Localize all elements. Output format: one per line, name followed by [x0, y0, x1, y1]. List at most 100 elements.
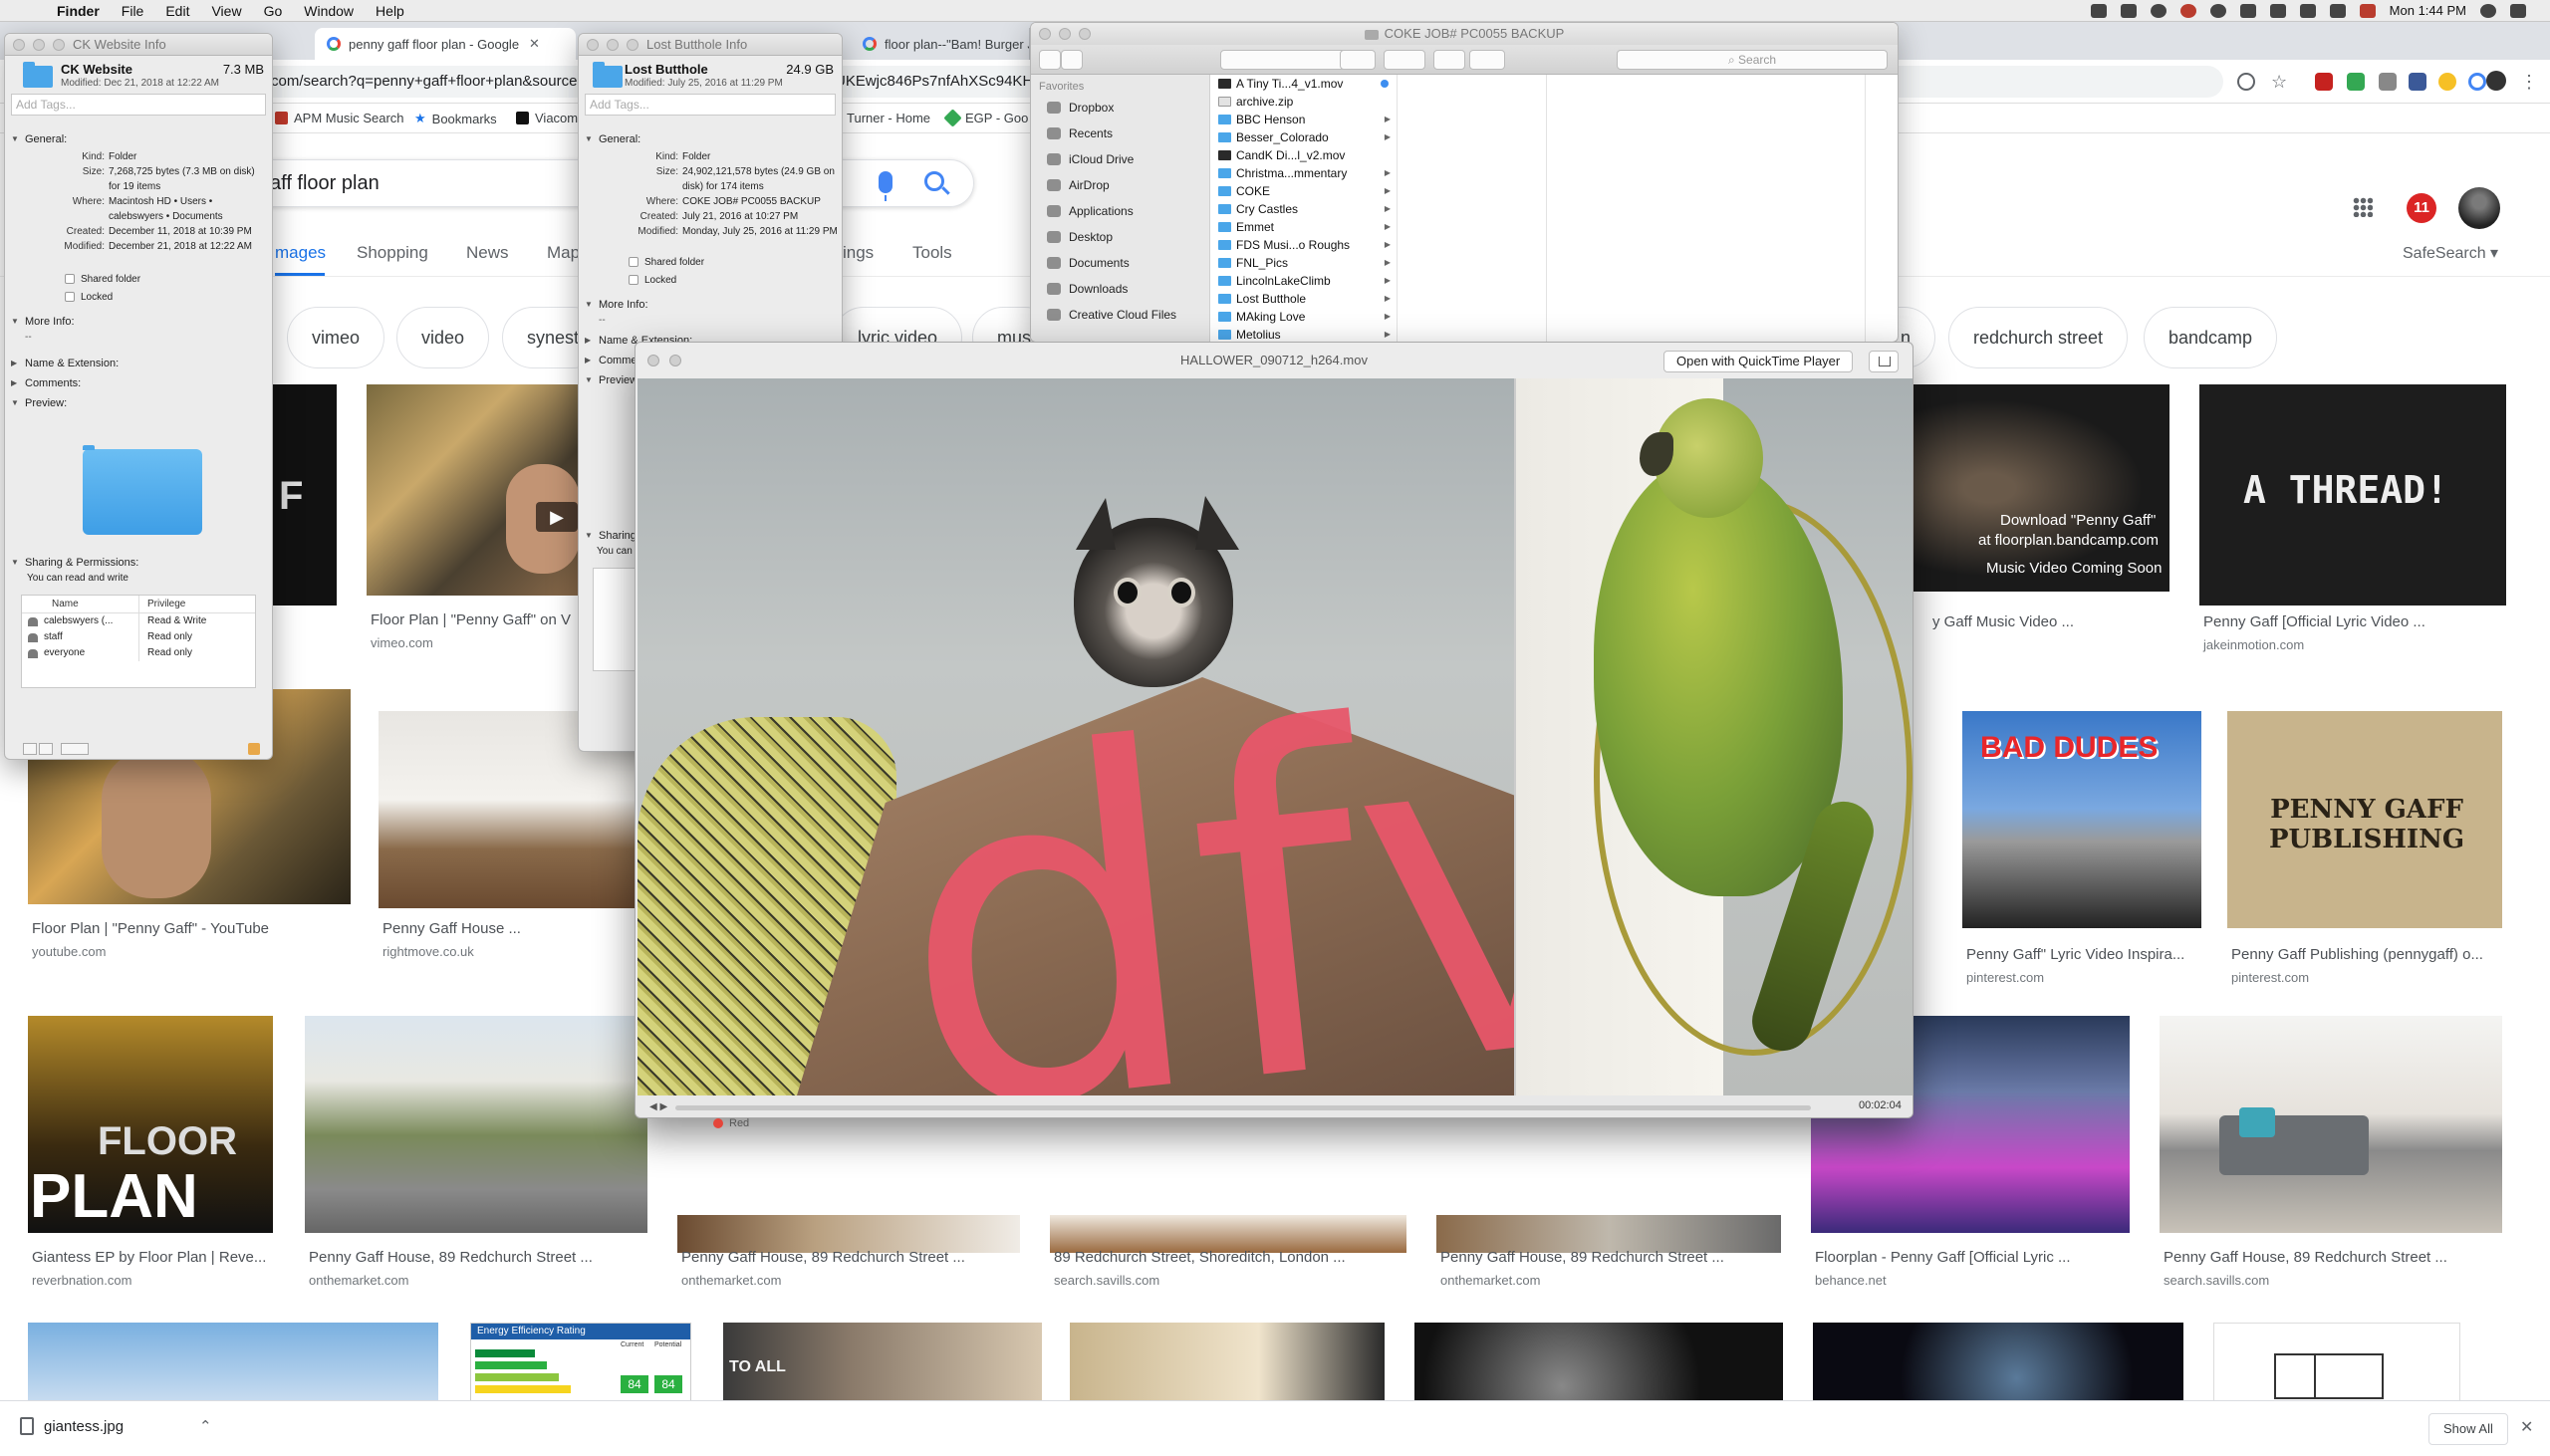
safesearch-toggle[interactable]: SafeSearch ▾	[2403, 243, 2498, 263]
action-gear-button[interactable]	[1384, 50, 1425, 70]
chip-bandcamp[interactable]: bandcamp	[2144, 307, 2278, 368]
tab-images[interactable]: mages	[275, 243, 326, 263]
menu-help[interactable]: Help	[365, 3, 415, 19]
extension-green-icon[interactable]	[2347, 73, 2365, 91]
tab-close-icon[interactable]: ✕	[529, 36, 540, 52]
creative-cloud-tray-icon[interactable]	[2120, 3, 2137, 18]
menu-edit[interactable]: Edit	[154, 3, 200, 19]
list-item[interactable]: Lost Butthole ▶	[1212, 290, 1397, 308]
sync-tray-icon[interactable]	[2150, 3, 2167, 18]
extension-blue-icon[interactable]	[2409, 73, 2426, 91]
share-button[interactable]	[1433, 50, 1465, 70]
section-general[interactable]: General:	[5, 129, 272, 149]
tab-bam-burger[interactable]: floor plan--"Bam! Burger Jam"	[851, 28, 1030, 60]
add-user-icon[interactable]	[23, 743, 37, 755]
list-item[interactable]: FDS Musi...o Roughs ▶	[1212, 236, 1397, 254]
tags-field[interactable]: Add Tags...	[585, 94, 836, 116]
profile-avatar-icon[interactable]	[2486, 71, 2506, 91]
perm-privilege[interactable]: Read & Write	[139, 613, 206, 629]
recording-tray-icon[interactable]	[2179, 3, 2196, 18]
wifi-icon[interactable]	[2269, 3, 2286, 18]
bookmark-star-icon[interactable]: ☆	[2271, 73, 2289, 91]
section-general[interactable]: General:	[579, 129, 842, 149]
table-row[interactable]: everyone Read only	[22, 645, 255, 661]
input-flag-icon[interactable]	[2359, 3, 2376, 18]
list-item[interactable]: Besser_Colorado ▶	[1212, 128, 1397, 146]
list-item[interactable]: COKE ▶	[1212, 182, 1397, 200]
perm-privilege[interactable]: Read only	[139, 645, 192, 661]
close-window-button[interactable]	[1039, 28, 1051, 40]
share-icon[interactable]	[1869, 351, 1899, 372]
list-item[interactable]: archive.zip	[1212, 93, 1397, 111]
menu-file[interactable]: File	[111, 3, 155, 19]
google-extension-icon[interactable]	[2468, 73, 2486, 91]
sidebar-item-desktop[interactable]: Desktop	[1031, 224, 1209, 250]
forward-button[interactable]	[1061, 50, 1083, 70]
list-item[interactable]: FNL_Pics ▶	[1212, 254, 1397, 272]
sidebar-item-documents[interactable]: Documents	[1031, 250, 1209, 276]
chevron-up-icon[interactable]: ⌃	[199, 1417, 212, 1435]
sidebar-item-dropbox[interactable]: Dropbox	[1031, 95, 1209, 121]
extension-grey-icon[interactable]	[2379, 73, 2397, 91]
back-button[interactable]	[1039, 50, 1061, 70]
close-icon[interactable]: ✕	[2520, 1417, 2533, 1437]
list-item[interactable]: BBC Henson ▶	[1212, 111, 1397, 128]
notification-center-icon[interactable]	[2510, 3, 2526, 18]
bookmark-viacom[interactable]: Viacom	[516, 111, 578, 125]
open-with-quicktime-button[interactable]: Open with QuickTime Player	[1663, 351, 1854, 372]
account-avatar[interactable]	[2458, 187, 2500, 229]
video-frame[interactable]: dfv	[638, 378, 1912, 1095]
apps-grid-icon[interactable]	[2353, 197, 2373, 217]
tab-google-search[interactable]: penny gaff floor plan - Google ✕	[315, 28, 576, 60]
airplay-icon[interactable]	[2299, 3, 2316, 18]
play-pause-icon[interactable]: ◀ ▶	[649, 1101, 667, 1112]
zoom-window-button[interactable]	[1079, 28, 1091, 40]
close-window-button[interactable]	[13, 39, 25, 51]
shared-folder-checkbox[interactable]: Shared folder	[5, 270, 272, 288]
sidebar-item-airdrop[interactable]: AirDrop	[1031, 172, 1209, 198]
list-item[interactable]: Christma...mmentary ▶	[1212, 164, 1397, 182]
tab-maps[interactable]: Map	[547, 243, 580, 263]
minimize-window-button[interactable]	[33, 39, 45, 51]
perm-privilege[interactable]: Read only	[139, 629, 192, 645]
menubar-clock[interactable]: Mon 1:44 PM	[2390, 3, 2466, 18]
section-name-extension[interactable]: Name & Extension:	[5, 354, 272, 373]
close-window-button[interactable]	[647, 355, 659, 366]
microphone-icon[interactable]	[879, 171, 892, 201]
sidebar-item-downloads[interactable]: Downloads	[1031, 276, 1209, 302]
list-item[interactable]: Metolius ▶	[1212, 326, 1397, 342]
tab-settings[interactable]: ings	[843, 243, 874, 263]
section-sharing-permissions[interactable]: Sharing & Permissions:	[5, 553, 272, 573]
shared-folder-checkbox[interactable]: Shared folder	[579, 253, 842, 271]
menu-view[interactable]: View	[200, 3, 252, 19]
zoom-icon[interactable]	[2237, 73, 2255, 91]
bookmark-bookmarks[interactable]: ★ Bookmarks	[414, 111, 497, 126]
volume-icon[interactable]	[2329, 3, 2346, 18]
finder-search-field[interactable]: ⌕ Search	[1617, 50, 1888, 70]
bookmark-egp[interactable]: EGP - Goo	[943, 109, 1028, 127]
search-icon[interactable]	[924, 171, 944, 191]
locked-checkbox[interactable]: Locked	[579, 271, 842, 289]
sidebar-item-recents[interactable]: Recents	[1031, 121, 1209, 146]
sidebar-item-creative-cloud-files[interactable]: Creative Cloud Files	[1031, 302, 1209, 328]
zoom-window-button[interactable]	[53, 39, 65, 51]
menu-go[interactable]: Go	[253, 3, 294, 19]
list-item[interactable]: Cry Castles ▶	[1212, 200, 1397, 218]
gear-icon[interactable]	[61, 743, 89, 755]
bookmark-apm[interactable]: APM Music Search	[275, 111, 404, 125]
sidebar-item-applications[interactable]: Applications	[1031, 198, 1209, 224]
chip-video[interactable]: video	[396, 307, 490, 368]
bookmark-turner[interactable]: Turner - Home	[847, 111, 930, 125]
section-more-info[interactable]: More Info:	[579, 295, 842, 315]
dropbox-tray-icon[interactable]	[2090, 3, 2107, 18]
list-item[interactable]: A Tiny Ti...4_v1.mov	[1212, 75, 1397, 93]
menu-window[interactable]: Window	[293, 3, 365, 19]
show-all-button[interactable]: Show All	[2428, 1413, 2508, 1445]
bluetooth-icon[interactable]	[2239, 3, 2256, 18]
tab-shopping[interactable]: Shopping	[357, 243, 428, 263]
list-item[interactable]: MAking Love ▶	[1212, 308, 1397, 326]
time-machine-icon[interactable]	[2209, 3, 2226, 18]
tags-field[interactable]: Add Tags...	[11, 94, 266, 116]
section-preview[interactable]: Preview:	[5, 393, 272, 413]
group-button[interactable]	[1340, 50, 1376, 70]
